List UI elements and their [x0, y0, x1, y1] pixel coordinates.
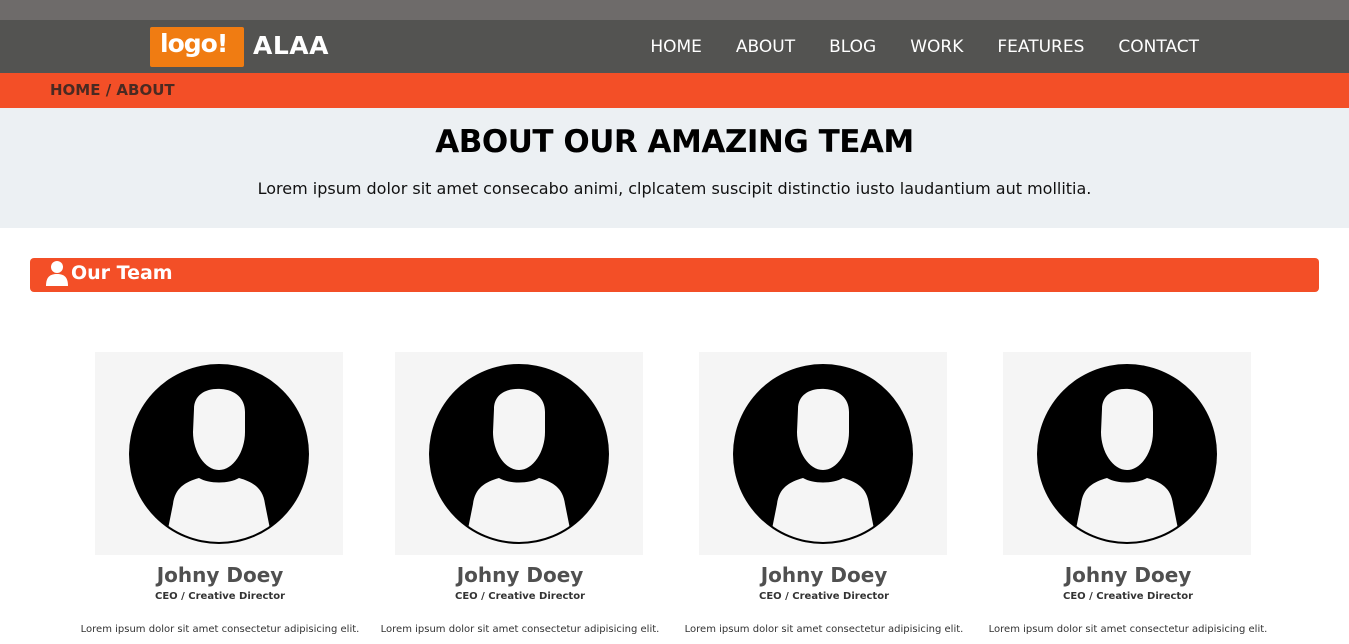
- brand-name[interactable]: ALAA: [253, 31, 329, 60]
- avatar: [1003, 352, 1251, 555]
- avatar: [395, 352, 643, 555]
- member-name: Johny Doey: [760, 563, 888, 587]
- member-role: CEO / Creative Director: [1062, 591, 1194, 602]
- nav-home[interactable]: HOME: [650, 37, 702, 57]
- avatar-icon: [429, 364, 609, 544]
- hero-section: ABOUT OUR AMAZING TEAM Lorem ipsum dolor…: [0, 108, 1349, 228]
- member-role: CEO / Creative Director: [154, 591, 286, 602]
- page-subtitle: Lorem ipsum dolor sit amet consecabo ani…: [257, 179, 1092, 198]
- nav-about[interactable]: ABOUT: [736, 37, 795, 57]
- avatar-icon: [129, 364, 309, 544]
- nav-features[interactable]: FEATURES: [997, 37, 1084, 57]
- member-role: CEO / Creative Director: [758, 591, 890, 602]
- nav-contact[interactable]: CONTACT: [1118, 37, 1199, 57]
- team-section-header: Our Team: [30, 258, 1319, 292]
- member-bio: Lorem ipsum dolor sit amet consectetur a…: [988, 624, 1268, 635]
- member-name: Johny Doey: [456, 563, 584, 587]
- logo-text: logo!: [160, 29, 228, 58]
- breadcrumb-bar: HOME / ABOUT: [0, 73, 1349, 108]
- navbar: logo! ALAA HOME ABOUT BLOG WORK FEATURES…: [0, 20, 1349, 73]
- avatar-icon: [733, 364, 913, 544]
- main-nav: HOME ABOUT BLOG WORK FEATURES CONTACT: [616, 20, 1199, 73]
- member-bio: Lorem ipsum dolor sit amet consectetur a…: [80, 624, 360, 635]
- member-bio: Lorem ipsum dolor sit amet consectetur a…: [684, 624, 964, 635]
- avatar-icon: [1037, 364, 1217, 544]
- nav-blog[interactable]: BLOG: [829, 37, 876, 57]
- avatar: [699, 352, 947, 555]
- member-name: Johny Doey: [156, 563, 284, 587]
- page-title: ABOUT OUR AMAZING TEAM: [435, 124, 914, 160]
- member-bio: Lorem ipsum dolor sit amet consectetur a…: [380, 624, 660, 635]
- user-icon: [46, 261, 68, 286]
- member-role: CEO / Creative Director: [454, 591, 586, 602]
- logo[interactable]: logo!: [150, 27, 244, 67]
- breadcrumb: HOME / ABOUT: [50, 81, 175, 99]
- member-name: Johny Doey: [1064, 563, 1192, 587]
- top-strip: [0, 0, 1349, 20]
- avatar: [95, 352, 343, 555]
- team-section-label: Our Team: [71, 262, 173, 284]
- nav-work[interactable]: WORK: [910, 37, 963, 57]
